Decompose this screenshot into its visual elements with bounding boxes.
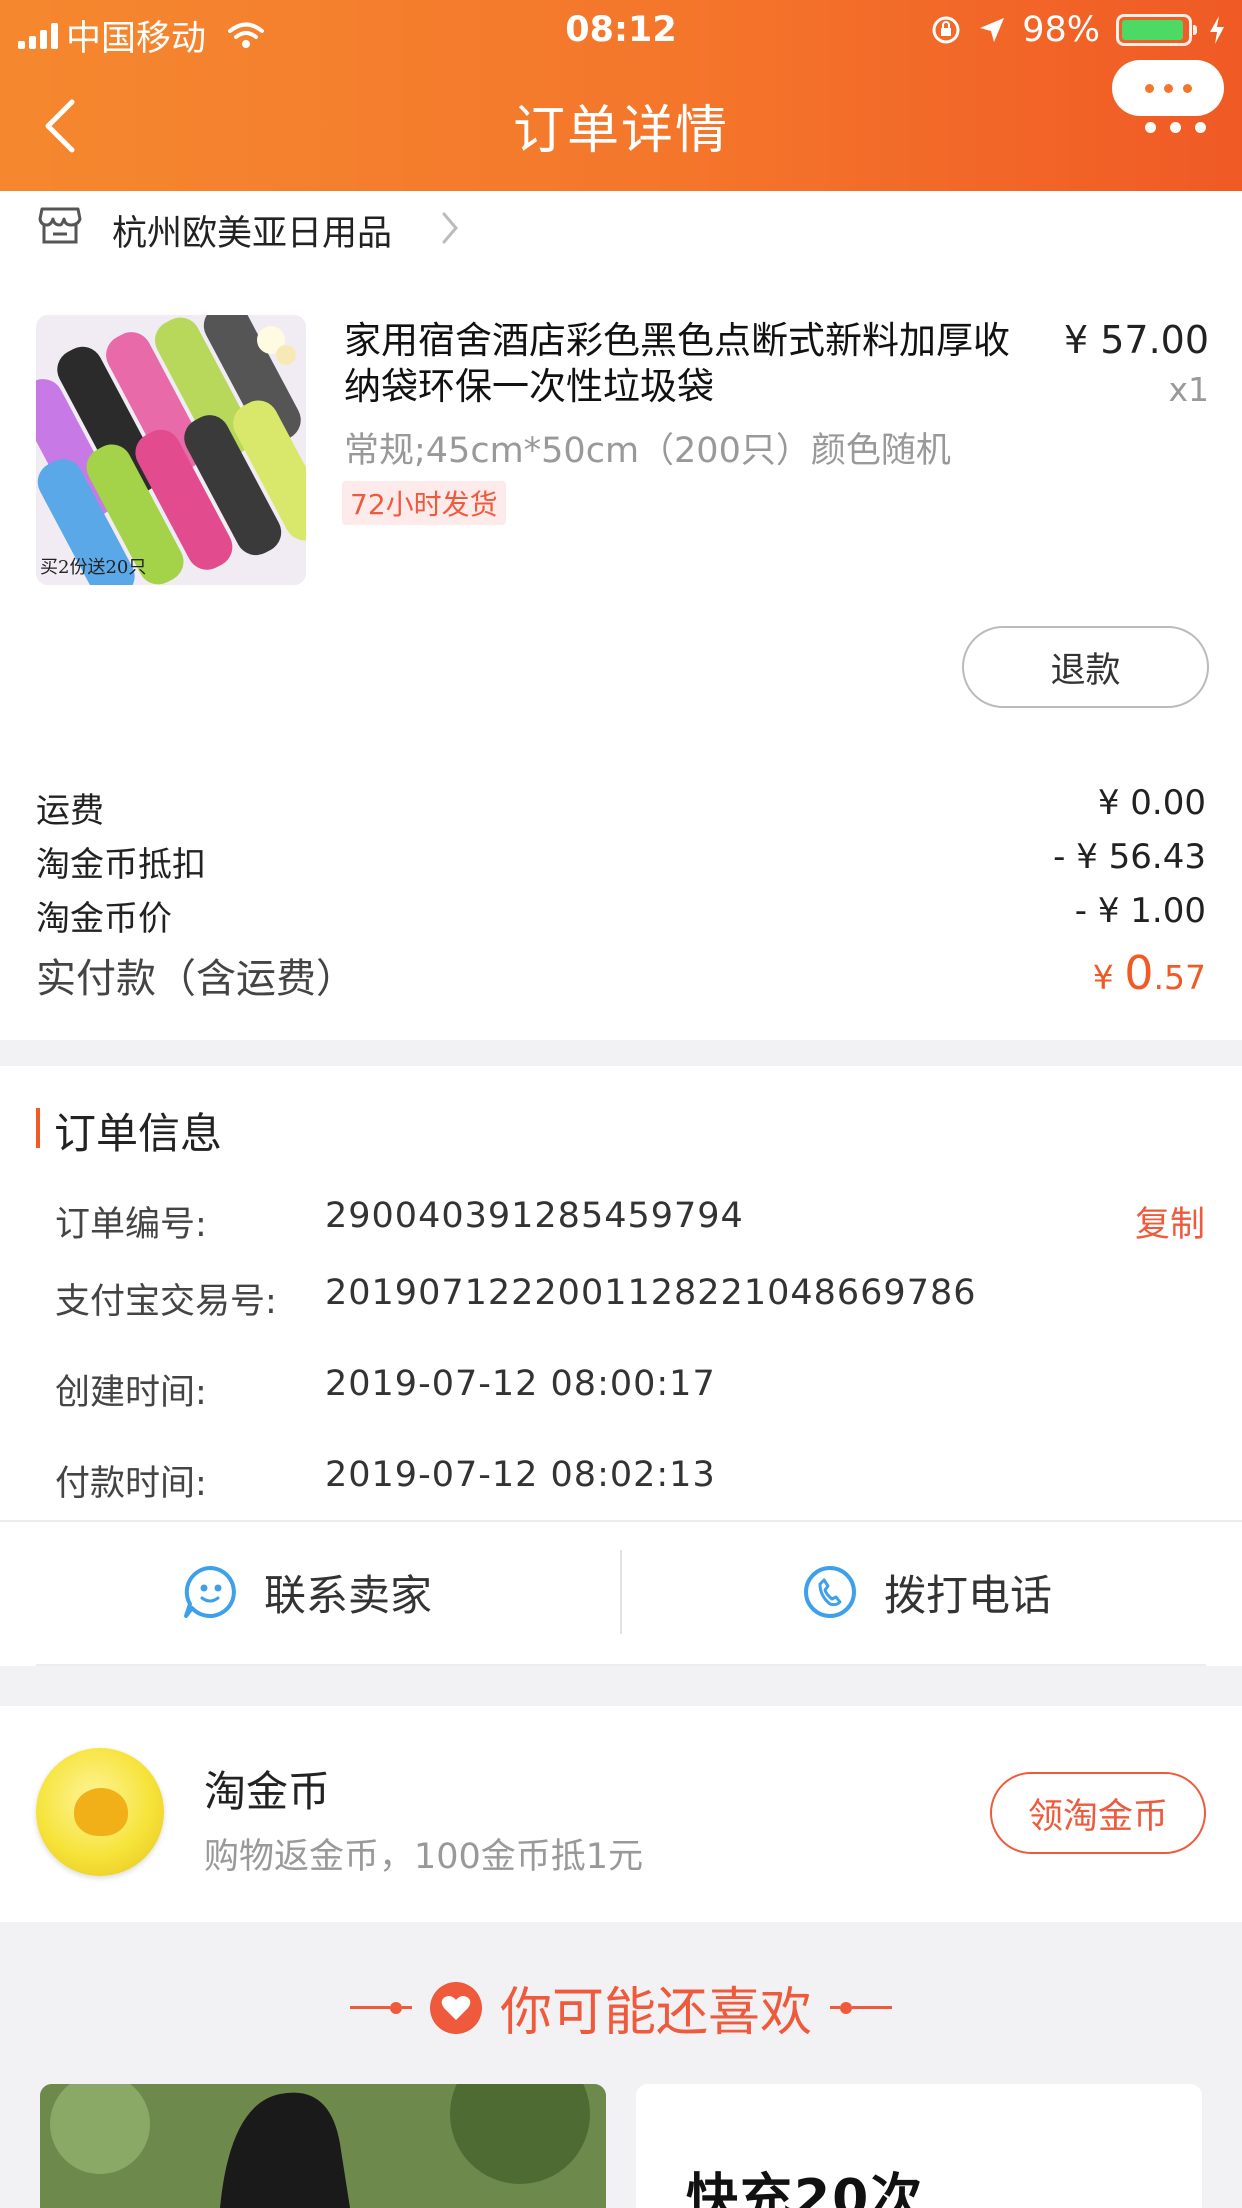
recommend-card[interactable] [40, 2084, 606, 2208]
info-key: 创建时间: [55, 1373, 207, 1413]
recommend-title: 你可能还喜欢 [499, 1983, 812, 2043]
shop-row[interactable]: 杭州欧美亚日用品 [0, 191, 600, 271]
product-image[interactable]: 买2份送20只 [36, 315, 306, 585]
info-key: 订单编号: [55, 1205, 207, 1245]
page-title: 订单详情 [512, 101, 729, 161]
claim-coins-button[interactable]: 领淘金币 [990, 1772, 1206, 1854]
product-title[interactable]: 家用宿舍酒店彩色黑色点断式新料加厚收纳袋环保一次性垃圾袋 [344, 318, 1034, 410]
info-value: 2019-07-12 08:02:13 [325, 1455, 716, 1495]
recommend-card[interactable]: 快充20次 [636, 2084, 1202, 2208]
coins-title: 淘金币 [204, 1767, 331, 1816]
total-decimal: .57 [1153, 958, 1206, 997]
battery-icon [1116, 14, 1197, 46]
charging-icon [1210, 16, 1224, 44]
fee-value: - ¥ 56.43 [1053, 837, 1206, 877]
fee-row-shipping: 运费 ¥ 0.00 [36, 783, 1206, 832]
smiley-chat-icon [184, 1566, 236, 1618]
section-title-order-info: 订单信息 [36, 1100, 222, 1161]
recommend-card-text: 快充20次 [686, 2169, 925, 2208]
header-bar: 中国移动 08:12 98% 订单详情 [0, 0, 1242, 191]
status-bar: 中国移动 08:12 98% [0, 0, 1242, 62]
total-integer: 0 [1124, 946, 1154, 1000]
fee-row-coin-price: 淘金币价 - ¥ 1.00 [36, 891, 1206, 940]
coins-subtitle: 购物返金币，100金币抵1元 [204, 1837, 644, 1877]
contact-seller-button[interactable]: 联系卖家 [182, 1542, 432, 1642]
total-value: ¥ 0.57 [1093, 946, 1206, 1004]
total-paid-row: 实付款（含运费） ¥ 0.57 [36, 946, 1206, 1004]
call-phone-button[interactable]: 拨打电话 [802, 1542, 1052, 1642]
vertical-divider [620, 1550, 622, 1634]
location-icon [980, 18, 1005, 42]
product-spec: 常规;45cm*50cm（200只）颜色随机 [344, 431, 951, 471]
fee-row-coin-deduction: 淘金币抵扣 - ¥ 56.43 [36, 837, 1206, 886]
message-bubble-icon [1112, 60, 1224, 116]
gold-coin-icon [36, 1748, 164, 1876]
info-key: 支付宝交易号: [55, 1282, 277, 1322]
fee-value: - ¥ 1.00 [1074, 891, 1206, 931]
call-phone-label: 拨打电话 [884, 1570, 1053, 1620]
info-value: 2019071222001128221048669786 [325, 1273, 977, 1313]
info-key: 付款时间: [55, 1464, 207, 1504]
info-value: 2019-07-12 08:00:17 [325, 1364, 716, 1404]
total-label: 实付款（含运费） [36, 956, 356, 1002]
fee-label: 淘金币价 [36, 899, 172, 939]
more-menu-button[interactable] [1112, 60, 1224, 140]
copy-button[interactable]: 复制 [1135, 1196, 1205, 1247]
image-caption: 买2份送20只 [40, 557, 147, 578]
refund-button[interactable]: 退款 [962, 626, 1209, 708]
fee-value: ¥ 0.00 [1097, 783, 1206, 823]
decor-line-left [349, 2001, 412, 2014]
shop-name: 杭州欧美亚日用品 [112, 214, 393, 254]
divider [36, 1664, 1206, 1666]
rotation-lock-icon [932, 16, 960, 44]
contact-seller-label: 联系卖家 [264, 1570, 433, 1620]
store-icon [38, 207, 82, 244]
battery-percent: 98% [1022, 10, 1100, 50]
chevron-right-icon [442, 212, 458, 244]
phone-icon [804, 1566, 856, 1618]
divider [0, 1520, 1242, 1522]
total-currency: ¥ [1092, 958, 1125, 997]
info-value: 290040391285459794 [325, 1196, 744, 1236]
product-quantity: x1 [1168, 370, 1209, 409]
fee-label: 运费 [36, 791, 104, 831]
recommend-header: 你可能还喜欢 [0, 1970, 1242, 2045]
heart-icon [429, 1981, 482, 2034]
decor-line-right [830, 2001, 892, 2014]
shipping-tag: 72小时发货 [342, 481, 506, 525]
more-dots-icon [1145, 122, 1206, 133]
fee-label: 淘金币抵扣 [36, 845, 206, 885]
product-price: ¥ 57.00 [1063, 318, 1209, 362]
